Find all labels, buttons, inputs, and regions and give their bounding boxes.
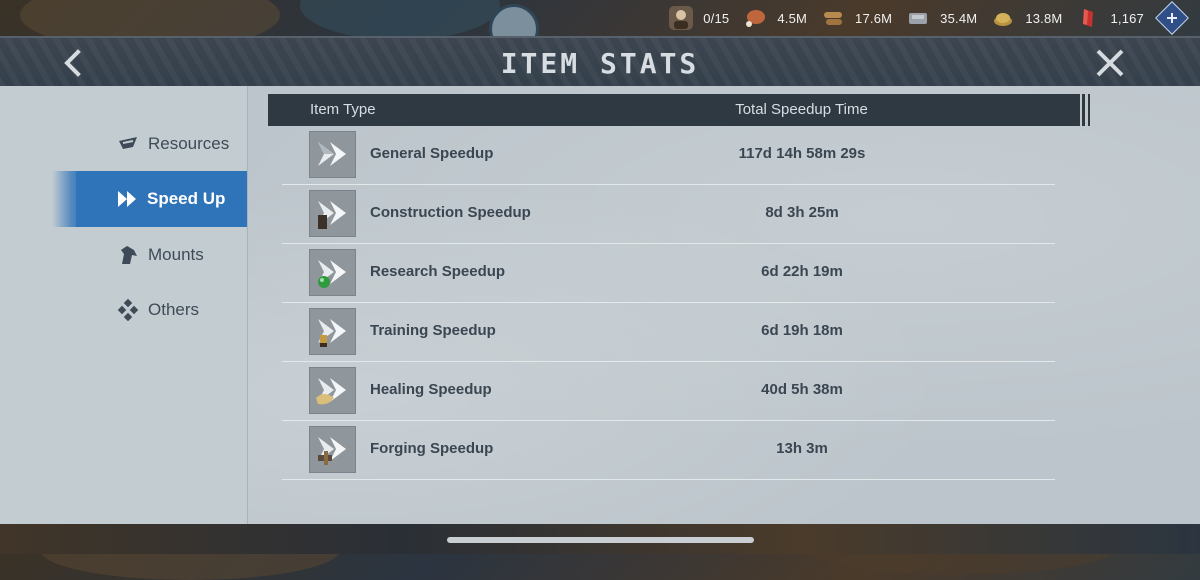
sidebar-item-label: Others — [148, 300, 200, 319]
sidebar-item-resources[interactable]: Resources — [0, 116, 247, 172]
sidebar-item-label: Mounts — [148, 245, 204, 264]
resource-value: 0/15 — [703, 10, 730, 26]
resource-wood[interactable]: 17.6M — [821, 0, 892, 36]
speedup-time: 117d 14h 58m 29s — [738, 145, 866, 162]
horse-icon — [117, 244, 139, 266]
resource-gold[interactable]: 13.8M — [991, 0, 1062, 36]
add-resources-button[interactable] — [1155, 1, 1189, 35]
item-type: Healing Speedup — [370, 381, 492, 398]
speedup-time: 8d 3h 25m — [765, 204, 839, 221]
resources-icon — [117, 133, 139, 155]
resource-stone[interactable]: 35.4M — [906, 0, 977, 36]
item-type: Research Speedup — [370, 263, 506, 280]
resource-troops[interactable]: 0/15 — [669, 0, 729, 36]
page-title: ITEM STATS — [500, 47, 700, 80]
home-indicator[interactable] — [447, 537, 754, 543]
stone-icon — [906, 6, 930, 30]
table-row: Construction Speedup 8d 3h 25m — [282, 185, 1055, 244]
resource-value: 35.4M — [940, 10, 978, 26]
resource-value: 17.6M — [855, 10, 893, 26]
table-row: Forging Speedup 13h 3m — [282, 421, 1055, 480]
table-row: Research Speedup 6d 22h 19m — [282, 244, 1055, 303]
item-stats-panel: Resources Speed Up Mounts Others Item Ty… — [0, 86, 1200, 524]
resource-bar: 0/15 4.5M 17.6M 35.4M 13.8M 1,167 — [655, 0, 1200, 36]
item-type: General Speedup — [370, 145, 494, 162]
healing-speedup-icon — [309, 367, 356, 414]
speedup-icon — [116, 188, 138, 210]
table-row: Training Speedup 6d 19h 18m — [282, 303, 1055, 362]
research-speedup-icon — [309, 249, 356, 296]
forging-speedup-icon — [309, 426, 356, 473]
resource-meat[interactable]: 4.5M — [743, 0, 807, 36]
resource-value: 4.5M — [777, 10, 808, 26]
speedup-time: 6d 19h 18m — [761, 322, 843, 339]
item-type: Construction Speedup — [370, 204, 531, 221]
speedup-time: 40d 5h 38m — [761, 381, 843, 398]
close-icon — [1096, 49, 1124, 77]
training-speedup-icon — [309, 308, 356, 355]
construction-speedup-icon — [309, 190, 356, 237]
resource-gems[interactable]: 1,167 — [1076, 0, 1144, 36]
speedup-time: 13h 3m — [776, 440, 828, 457]
category-sidebar: Resources Speed Up Mounts Others — [0, 86, 248, 524]
sidebar-item-speed-up[interactable]: Speed Up — [52, 171, 247, 227]
item-type: Training Speedup — [370, 322, 496, 339]
item-type: Forging Speedup — [370, 440, 494, 457]
others-icon — [117, 299, 139, 321]
wood-icon — [821, 6, 845, 30]
table-header: Item Type Total Speedup Time — [268, 94, 1090, 126]
gold-icon — [991, 6, 1015, 30]
column-header-total-time: Total Speedup Time — [735, 101, 868, 118]
speedup-time: 6d 22h 19m — [761, 263, 843, 280]
close-button[interactable] — [1093, 46, 1127, 80]
resource-value: 1,167 — [1110, 10, 1144, 26]
leader-portrait-icon — [669, 6, 694, 30]
meat-icon — [743, 6, 767, 30]
sidebar-item-others[interactable]: Others — [0, 282, 247, 338]
red-gem-icon — [1076, 6, 1100, 30]
sidebar-item-label: Speed Up — [147, 189, 226, 208]
table-row: Healing Speedup 40d 5h 38m — [282, 362, 1055, 421]
sidebar-item-mounts[interactable]: Mounts — [0, 227, 247, 283]
resource-value: 13.8M — [1025, 10, 1063, 26]
world-decor — [300, 0, 500, 40]
sidebar-item-label: Resources — [148, 134, 230, 153]
window-header: ITEM STATS — [0, 36, 1200, 88]
table-row: General Speedup 117d 14h 58m 29s — [282, 126, 1055, 185]
general-speedup-icon — [309, 131, 356, 178]
